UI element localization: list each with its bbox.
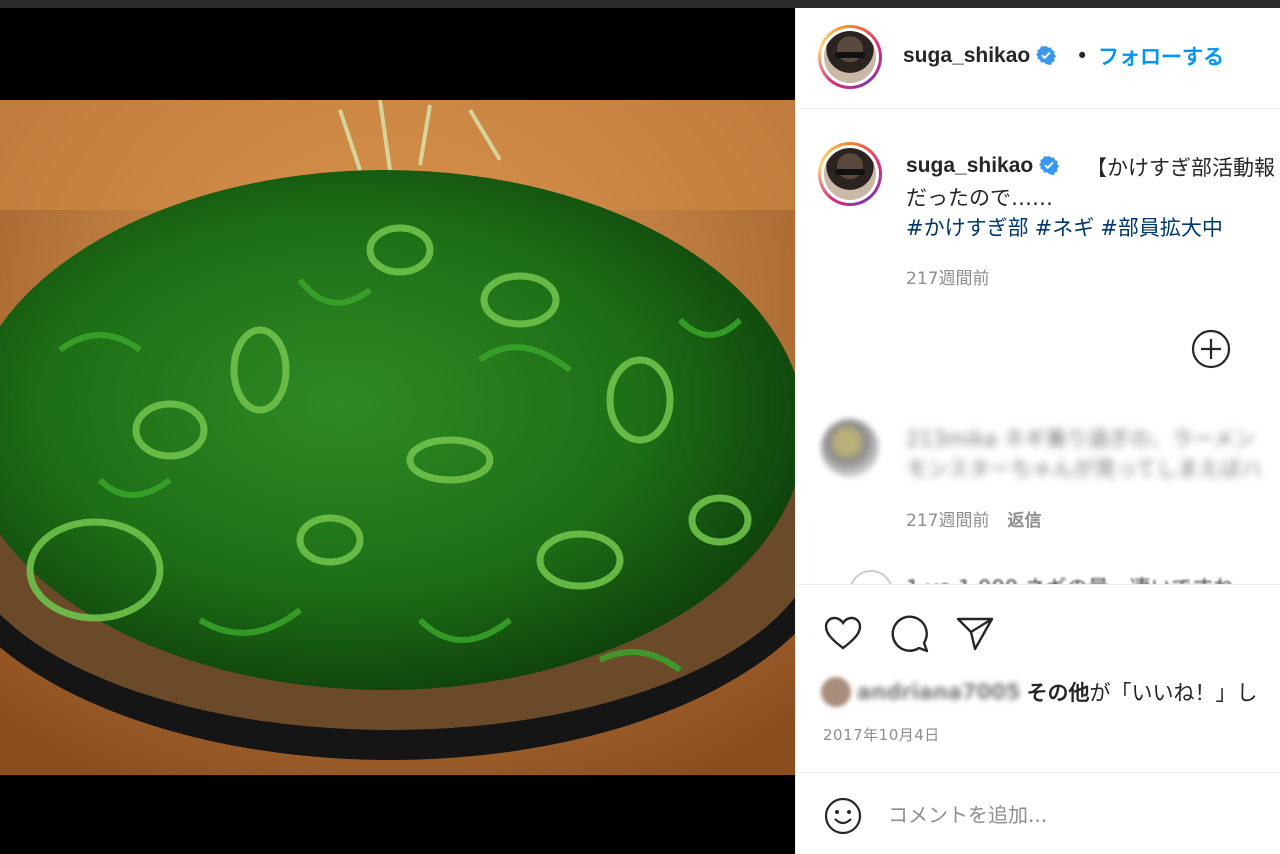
reply-button[interactable]: 返信 [1007, 511, 1041, 531]
comment-bubble-icon[interactable] [889, 613, 931, 655]
likes-summary: andriana7005 その他が「いいね！」し [821, 677, 1257, 709]
verified-badge-icon [1039, 156, 1060, 175]
comment-meta: 217週間前 返信 [906, 506, 1041, 531]
heart-icon[interactable] [822, 613, 864, 655]
post-date[interactable]: 2017年10月4日 [823, 724, 940, 745]
comment-text: 213mika ネギ乗り過ぎの、ラーメン モンスターちゃんが見ってしまえばハ [906, 424, 1262, 484]
comment-input[interactable] [888, 797, 1248, 833]
caption-text-line2: だったので…… [906, 186, 1053, 210]
likes-others-link[interactable]: その他 [1026, 681, 1089, 705]
author-username-header[interactable]: suga_shikao [903, 44, 1057, 68]
post-photo[interactable] [0, 100, 795, 775]
author-avatar[interactable] [818, 25, 882, 89]
caption-author-avatar[interactable] [818, 142, 882, 206]
hashtag-link[interactable]: #部員拡大中 [1100, 216, 1223, 240]
caption-author-username[interactable]: suga_shikao [906, 154, 1060, 178]
comment-text-line2: モンスターちゃんが見ってしまえばハ [906, 457, 1262, 481]
ramen-with-green-onions-image [0, 100, 795, 775]
liker-avatar[interactable] [821, 677, 851, 707]
hashtag-link[interactable]: #かけすぎ部 [906, 216, 1029, 240]
liker-username[interactable]: andriana7005 [857, 680, 1020, 704]
top-strip [0, 0, 1280, 8]
post-actions [796, 584, 1280, 674]
partial-comment: 1 yo 1 000 ネギの量、凄いですね [821, 570, 1280, 584]
hashtag-link[interactable]: #ネギ [1035, 216, 1095, 240]
commenter-avatar[interactable] [821, 419, 879, 477]
header-separator: • [1076, 44, 1089, 68]
commenter-avatar[interactable] [849, 570, 893, 584]
post-side-panel: suga_shikao • フォローする suga_shikao 【かけすぎ部活… [795, 8, 1280, 854]
comment-text: 1 yo 1 000 ネギの量、凄いですね [906, 572, 1234, 584]
follow-button[interactable]: フォローする [1098, 41, 1224, 71]
likes-suffix: が「いいね！」し [1089, 681, 1258, 705]
add-comment-bar [796, 772, 1280, 854]
comment-timestamp[interactable]: 217週間前 [906, 511, 989, 531]
username-text[interactable]: suga_shikao [903, 44, 1030, 67]
caption-hashtags: #かけすぎ部 #ネギ #部員拡大中 [906, 212, 1229, 242]
caption-text-line1: 【かけすぎ部活動報 [1086, 156, 1275, 180]
post-media-area [0, 8, 795, 854]
smiley-icon[interactable] [822, 795, 864, 837]
verified-badge-icon [1036, 46, 1057, 65]
add-circle-icon[interactable] [1191, 329, 1231, 369]
post-header: suga_shikao • フォローする [796, 8, 1280, 109]
paper-plane-icon[interactable] [954, 613, 996, 655]
username-text[interactable]: suga_shikao [906, 154, 1033, 177]
comment-text-line1: 213mika ネギ乗り過ぎの、ラーメン [906, 427, 1255, 451]
caption-timestamp[interactable]: 217週間前 [906, 264, 989, 289]
